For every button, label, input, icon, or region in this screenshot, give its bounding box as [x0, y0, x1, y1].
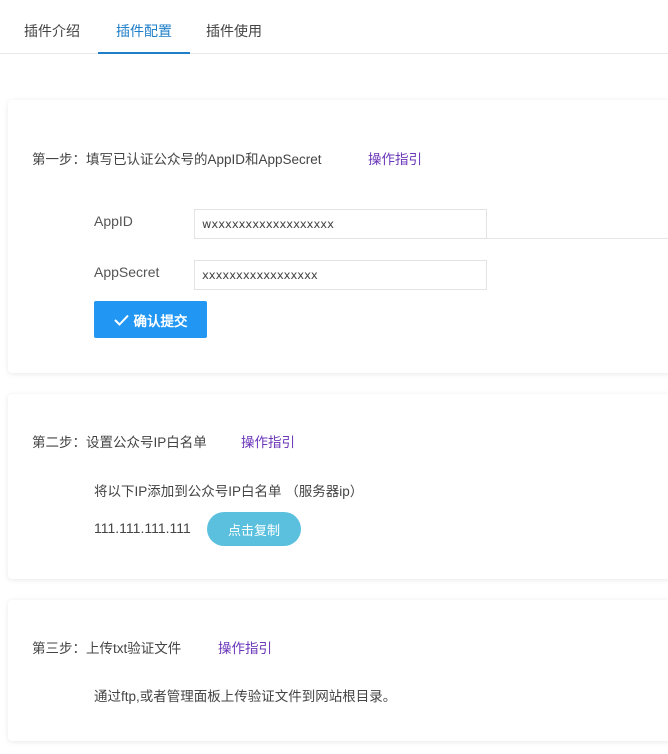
- tab-bar: 插件介绍 插件配置 插件使用: [0, 0, 668, 54]
- step2-instruction: 将以下IP添加到公众号IP白名单 （服务器ip）: [94, 484, 364, 499]
- step3-guide-link[interactable]: 操作指引: [218, 637, 272, 657]
- tab-plugin-intro[interactable]: 插件介绍: [10, 0, 94, 54]
- confirm-submit-label: 确认提交: [133, 313, 188, 329]
- server-ip-address: 111.111.111.111: [94, 520, 191, 536]
- step2-title: 设置公众号IP白名单: [86, 435, 207, 450]
- step1-card: 第一步：填写已认证公众号的AppID和AppSecret 操作指引 AppID …: [8, 100, 668, 373]
- confirm-submit-button[interactable]: 确认提交: [94, 301, 207, 338]
- step3-instruction: 通过ftp,或者管理面板上传验证文件到网站根目录。: [94, 689, 397, 704]
- step1-heading: 第一步：填写已认证公众号的AppID和AppSecret: [32, 148, 322, 168]
- tab-plugin-usage[interactable]: 插件使用: [192, 0, 276, 54]
- step1-prefix: 第一步：: [32, 152, 86, 167]
- step3-heading: 第三步：上传txt验证文件: [32, 637, 181, 657]
- step3-title: 上传txt验证文件: [86, 641, 182, 656]
- appid-field-line: [487, 238, 668, 239]
- appid-input[interactable]: [194, 209, 487, 239]
- appid-label: AppID: [94, 213, 133, 229]
- step1-guide-link[interactable]: 操作指引: [368, 148, 422, 168]
- step2-card: 第二步：设置公众号IP白名单 操作指引 将以下IP添加到公众号IP白名单 （服务…: [8, 394, 668, 579]
- step2-heading: 第二步：设置公众号IP白名单: [32, 431, 207, 451]
- check-icon: [113, 314, 129, 326]
- step2-guide-link[interactable]: 操作指引: [241, 431, 295, 451]
- copy-ip-button[interactable]: 点击复制: [207, 512, 301, 546]
- step3-card: 第三步：上传txt验证文件 操作指引 通过ftp,或者管理面板上传验证文件到网站…: [8, 600, 668, 741]
- step1-title: 填写已认证公众号的AppID和AppSecret: [86, 152, 322, 167]
- appsecret-input[interactable]: [194, 260, 487, 290]
- tab-plugin-config[interactable]: 插件配置: [98, 0, 190, 54]
- step3-prefix: 第三步：: [32, 641, 86, 656]
- step2-prefix: 第二步：: [32, 435, 86, 450]
- appsecret-label: AppSecret: [94, 264, 160, 280]
